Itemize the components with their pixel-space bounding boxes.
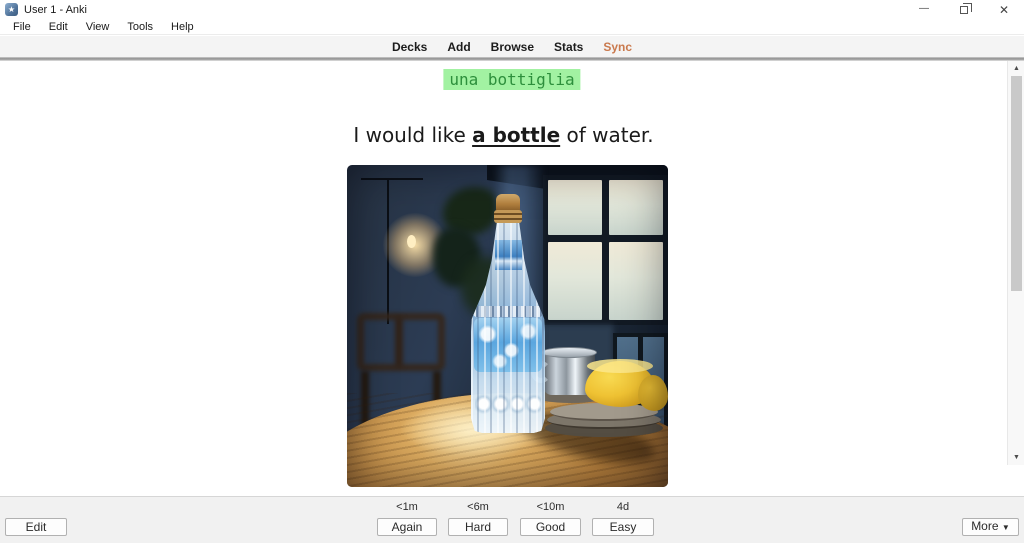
content-scrollbar[interactable]: ▲ ▼ [1007, 61, 1024, 465]
more-label: More [971, 519, 998, 533]
card-front-word: una bottiglia [443, 69, 580, 90]
scroll-down-icon[interactable]: ▼ [1008, 454, 1024, 461]
edit-button[interactable]: Edit [5, 518, 67, 536]
card-content-area: una bottiglia I would like a bottle of w… [0, 61, 1024, 496]
card-image [347, 165, 668, 487]
menu-bar: File Edit View Tools Help [0, 19, 1024, 35]
close-button[interactable]: ✕ [984, 0, 1024, 19]
menu-tools[interactable]: Tools [118, 21, 162, 33]
window-title: User 1 - Anki [24, 4, 87, 16]
nav-decks[interactable]: Decks [392, 40, 427, 54]
good-button[interactable]: Good [520, 518, 581, 536]
sentence-emphasis: a bottle [472, 123, 560, 147]
scrollbar-thumb[interactable] [1011, 76, 1022, 291]
anki-app-icon: ★ [5, 3, 18, 16]
sentence-suffix: of water. [560, 123, 654, 147]
menu-help[interactable]: Help [162, 21, 203, 33]
title-bar: ★ User 1 - Anki — ✕ [0, 0, 1024, 19]
menu-file[interactable]: File [4, 21, 40, 33]
nav-sync[interactable]: Sync [603, 40, 632, 54]
interval-good: <10m [520, 501, 581, 513]
more-button[interactable]: More ▼ [962, 518, 1019, 536]
menu-edit[interactable]: Edit [40, 21, 77, 33]
interval-easy: 4d [592, 501, 654, 513]
photo-vignette [347, 165, 668, 487]
restore-button[interactable] [944, 0, 984, 19]
nav-toolbar: Decks Add Browse Stats Sync [0, 36, 1024, 57]
hard-button[interactable]: Hard [448, 518, 508, 536]
card-sentence: I would like a bottle of water. [0, 123, 1007, 147]
close-icon: ✕ [999, 3, 1009, 17]
interval-hard: <6m [448, 501, 508, 513]
easy-button[interactable]: Easy [592, 518, 654, 536]
sentence-prefix: I would like [353, 123, 472, 147]
nav-add[interactable]: Add [447, 40, 470, 54]
app-star-glyph: ★ [8, 6, 15, 14]
scroll-up-icon[interactable]: ▲ [1008, 65, 1024, 72]
nav-browse[interactable]: Browse [491, 40, 534, 54]
window-controls: — ✕ [904, 0, 1024, 19]
answer-bar: <1m <6m <10m 4d Edit Again Hard Good Eas… [0, 496, 1024, 543]
minimize-button[interactable]: — [904, 0, 944, 19]
nav-stats[interactable]: Stats [554, 40, 583, 54]
menu-view[interactable]: View [77, 21, 119, 33]
again-button[interactable]: Again [377, 518, 437, 536]
minimize-icon: — [919, 3, 929, 14]
more-arrow-icon: ▼ [1002, 523, 1010, 532]
interval-again: <1m [377, 501, 437, 513]
restore-icon [960, 6, 968, 14]
